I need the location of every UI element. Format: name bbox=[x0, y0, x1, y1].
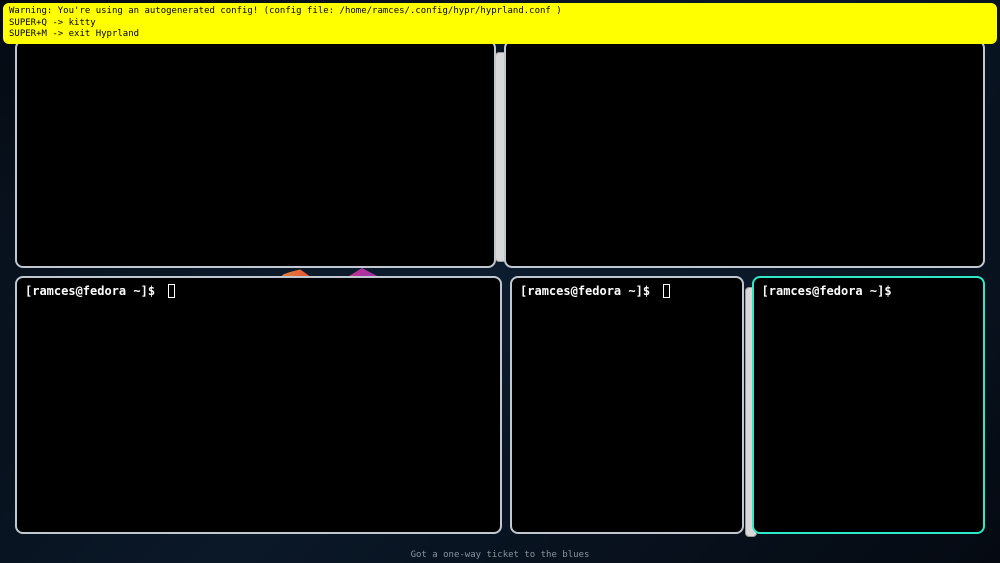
terminal-prompt: [ramces@fedora ~]$ bbox=[762, 284, 976, 298]
prompt-text: [ramces@fedora ~]$ bbox=[25, 284, 162, 298]
prompt-text: [ramces@fedora ~]$ bbox=[520, 284, 657, 298]
terminal-top-right[interactable] bbox=[504, 40, 985, 268]
terminal-prompt: [ramces@fedora ~]$ bbox=[25, 284, 492, 298]
terminal-bottom-left[interactable]: [ramces@fedora ~]$ bbox=[15, 276, 502, 534]
footer-text: Got a one-way ticket to the blues bbox=[411, 550, 590, 560]
warning-line-2: SUPER+Q -> kitty bbox=[9, 18, 991, 30]
tiling-container: [ramces@fedora ~]$ [ramces@fedora ~]$ [r… bbox=[15, 40, 985, 545]
terminal-bottom-right-focused[interactable]: [ramces@fedora ~]$ bbox=[752, 276, 986, 534]
terminal-bottom-middle[interactable]: [ramces@fedora ~]$ bbox=[510, 276, 744, 534]
warning-line-3: SUPER+M -> exit Hyprland bbox=[9, 29, 991, 41]
warning-line-1: Warning: You're using an autogenerated c… bbox=[9, 6, 991, 18]
bottom-row: [ramces@fedora ~]$ [ramces@fedora ~]$ [r… bbox=[15, 276, 985, 534]
warning-banner: Warning: You're using an autogenerated c… bbox=[3, 3, 997, 44]
top-row bbox=[15, 40, 985, 268]
cursor-icon bbox=[663, 284, 670, 298]
prompt-text: [ramces@fedora ~]$ bbox=[762, 284, 899, 298]
terminal-prompt: [ramces@fedora ~]$ bbox=[520, 284, 734, 298]
terminal-top-left[interactable] bbox=[15, 40, 496, 268]
cursor-icon bbox=[168, 284, 175, 298]
